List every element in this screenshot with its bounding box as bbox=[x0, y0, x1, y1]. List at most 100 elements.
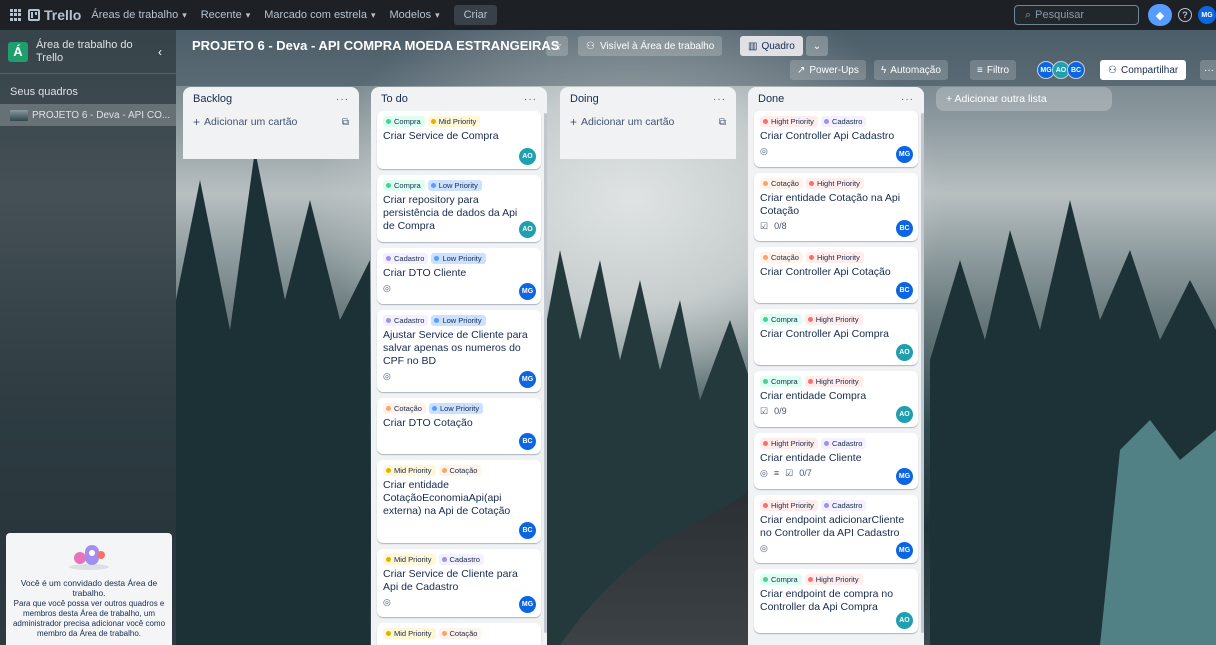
powerups-button[interactable]: ↗ Power-Ups bbox=[790, 60, 866, 80]
label-cadastro[interactable]: Cadastro bbox=[820, 116, 867, 127]
notifications-icon[interactable]: ◆ bbox=[1148, 4, 1172, 26]
card-member-avatar[interactable]: AO bbox=[896, 406, 913, 423]
view-switcher-chevron-icon[interactable]: ⌄ bbox=[806, 36, 828, 56]
nav-workspaces-menu[interactable]: Áreas de trabalho ▾ bbox=[91, 9, 186, 21]
add-card-button[interactable]: + Adicionar um cartão ⧉ bbox=[560, 111, 736, 133]
label-cotacao[interactable]: Cotação bbox=[438, 628, 482, 639]
card[interactable]: Compra Mid Priority Criar Service de Comp… bbox=[377, 111, 541, 169]
label-low-priority[interactable]: Low Priority bbox=[427, 180, 482, 191]
card-member-avatar[interactable]: AO bbox=[519, 221, 536, 238]
card-member-avatar[interactable]: AO bbox=[896, 344, 913, 361]
card-member-avatar[interactable]: AO bbox=[896, 612, 913, 629]
list-menu-icon[interactable]: ··· bbox=[524, 94, 537, 105]
board-view-button[interactable]: ▥ Quadro bbox=[740, 36, 803, 56]
card[interactable]: Mid Priority Cotação bbox=[377, 623, 541, 645]
card[interactable]: Compra Hight Priority Criar entidade Comp… bbox=[754, 371, 918, 427]
label-low-priority[interactable]: Low Priority bbox=[431, 315, 486, 326]
add-list-button[interactable]: + Adicionar outra lista bbox=[936, 87, 1112, 111]
card[interactable]: Cadastro Low Priority Criar DTO Cliente ◎… bbox=[377, 248, 541, 304]
label-compra[interactable]: Compra bbox=[383, 116, 425, 127]
visibility-button[interactable]: ⚇ Visível à Área de trabalho bbox=[578, 36, 723, 56]
label-cotacao[interactable]: Cotação bbox=[760, 178, 803, 189]
member-avatar[interactable]: BC bbox=[1067, 61, 1085, 79]
card[interactable]: Compra Low Priority Criar repository para… bbox=[377, 175, 541, 242]
card[interactable]: Mid Priority Cadastro Criar Service de Cl… bbox=[377, 549, 541, 617]
card[interactable]: Hight Priority Cadastro Criar entidade Cl… bbox=[754, 433, 918, 489]
label-cadastro[interactable]: Cadastro bbox=[820, 438, 867, 449]
label-hight-priority[interactable]: Hight Priority bbox=[804, 574, 863, 585]
card-member-avatar[interactable]: MG bbox=[519, 283, 536, 300]
label-hight-priority[interactable]: Hight Priority bbox=[805, 178, 864, 189]
card-member-avatar[interactable]: MG bbox=[519, 596, 536, 613]
list-menu-icon[interactable]: ··· bbox=[713, 94, 726, 105]
card-member-avatar[interactable]: BC bbox=[519, 433, 536, 450]
board-menu-icon[interactable]: ··· bbox=[1200, 60, 1216, 80]
card-member-avatar[interactable]: MG bbox=[896, 468, 913, 485]
list-menu-icon[interactable]: ··· bbox=[336, 94, 349, 105]
label-hight-priority[interactable]: Hight Priority bbox=[760, 438, 818, 449]
label-cadastro[interactable]: Cadastro bbox=[438, 554, 484, 565]
label-hight-priority[interactable]: Hight Priority bbox=[804, 376, 863, 387]
collapse-sidebar-icon[interactable]: ‹ bbox=[158, 45, 162, 59]
label-hight-priority[interactable]: Hight Priority bbox=[805, 252, 864, 263]
star-board-icon[interactable]: ☆ bbox=[546, 36, 568, 56]
create-button[interactable]: Criar bbox=[453, 5, 498, 25]
label-hight-priority[interactable]: Hight Priority bbox=[760, 116, 818, 127]
label-compra[interactable]: Compra bbox=[760, 314, 802, 325]
share-button[interactable]: ⚇ Compartilhar bbox=[1100, 60, 1187, 80]
filter-button[interactable]: ≡ Filtro bbox=[970, 60, 1017, 80]
card-member-avatar[interactable]: MG bbox=[896, 542, 913, 559]
card-member-avatar[interactable]: BC bbox=[896, 220, 913, 237]
workspace-badge[interactable]: Á bbox=[8, 41, 28, 62]
card-member-avatar[interactable]: AO bbox=[519, 148, 536, 165]
card[interactable]: Cotação Low Priority Criar DTO Cotação BC bbox=[377, 398, 541, 454]
sidebar-board-item[interactable]: PROJETO 6 - Deva - API CO... bbox=[0, 104, 176, 126]
account-avatar[interactable]: MG bbox=[1198, 6, 1216, 24]
card[interactable]: Cotação Hight Priority Criar entidade Cot… bbox=[754, 173, 918, 241]
trello-logo[interactable]: Trello bbox=[28, 7, 81, 23]
list-header: Backlog ··· bbox=[193, 93, 349, 105]
search-input[interactable]: ⌕ Pesquisar bbox=[1014, 5, 1139, 25]
card-member-avatar[interactable]: MG bbox=[519, 371, 536, 388]
label-compra[interactable]: Compra bbox=[383, 180, 425, 191]
board-title[interactable]: PROJETO 6 - Deva - API COMPRA MOEDA ESTR… bbox=[192, 38, 559, 53]
card[interactable]: Mid Priority Cotação Criar entidade Cotaç… bbox=[377, 460, 541, 543]
card-template-icon[interactable]: ⧉ bbox=[342, 117, 349, 128]
label-cadastro[interactable]: Cadastro bbox=[383, 315, 429, 326]
card-member-avatar[interactable]: MG bbox=[896, 146, 913, 163]
label-cotacao[interactable]: Cotação bbox=[760, 252, 803, 263]
nav-recent-menu[interactable]: Recente ▾ bbox=[201, 9, 251, 21]
card-member-avatar[interactable]: BC bbox=[519, 522, 536, 539]
card[interactable]: Hight Priority Cadastro Criar endpoint ad… bbox=[754, 495, 918, 563]
card[interactable]: Compra Hight Priority Criar Controller Ap… bbox=[754, 309, 918, 365]
automation-button[interactable]: ϟ Automação bbox=[874, 60, 948, 80]
card-template-icon[interactable]: ⧉ bbox=[719, 117, 726, 128]
app-switcher-icon[interactable] bbox=[10, 9, 22, 21]
card[interactable]: Cadastro Low Priority Ajustar Service de … bbox=[377, 310, 541, 392]
help-icon[interactable]: ? bbox=[1178, 8, 1192, 22]
label-low-priority[interactable]: Low Priority bbox=[428, 403, 484, 414]
label-cotacao[interactable]: Cotação bbox=[383, 403, 426, 414]
nav-templates-menu[interactable]: Modelos ▾ bbox=[390, 9, 440, 21]
label-low-priority[interactable]: Low Priority bbox=[431, 253, 486, 264]
label-mid-priority[interactable]: Mid Priority bbox=[427, 116, 481, 127]
list-menu-icon[interactable]: ··· bbox=[901, 94, 914, 105]
label-compra[interactable]: Compra bbox=[760, 376, 802, 387]
card[interactable]: Hight Priority Cadastro Criar Controller … bbox=[754, 111, 918, 167]
label-hight-priority[interactable]: Hight Priority bbox=[760, 500, 818, 511]
card[interactable]: Compra Hight Priority Criar endpoint de c… bbox=[754, 569, 918, 633]
add-card-button[interactable]: + Adicionar um cartão ⧉ bbox=[183, 111, 359, 133]
card-member-avatar[interactable]: BC bbox=[896, 282, 913, 299]
label-mid-priority[interactable]: Mid Priority bbox=[383, 628, 436, 639]
label-mid-priority[interactable]: Mid Priority bbox=[383, 465, 436, 476]
label-compra[interactable]: Compra bbox=[760, 574, 802, 585]
nav-starred-menu[interactable]: Marcado com estrela ▾ bbox=[264, 9, 375, 21]
label-cadastro[interactable]: Cadastro bbox=[383, 253, 429, 264]
workspace-name[interactable]: Área de trabalho do Trello bbox=[36, 39, 136, 65]
card[interactable]: Cotação Hight Priority Criar Controller A… bbox=[754, 247, 918, 303]
label-cotacao[interactable]: Cotação bbox=[438, 465, 482, 476]
label-hight-priority[interactable]: Hight Priority bbox=[804, 314, 863, 325]
label-mid-priority[interactable]: Mid Priority bbox=[383, 554, 436, 565]
checklist-icon: ☑ bbox=[785, 467, 794, 478]
label-cadastro[interactable]: Cadastro bbox=[820, 500, 867, 511]
